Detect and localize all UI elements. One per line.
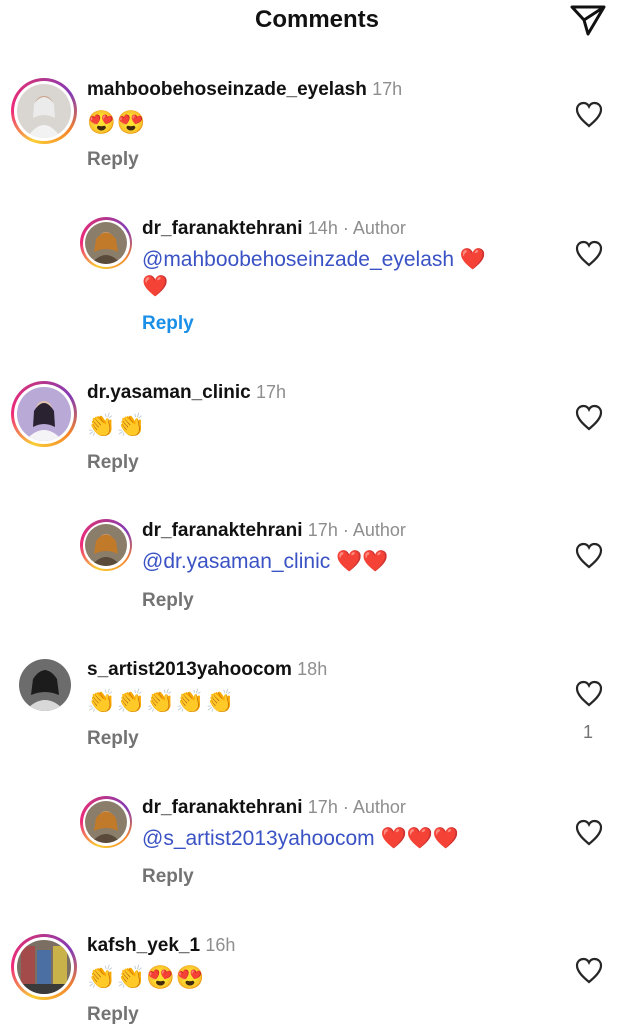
- heart-icon[interactable]: [574, 100, 604, 128]
- heart-icon[interactable]: [574, 541, 604, 569]
- heart-icon[interactable]: [574, 239, 604, 267]
- reply-button[interactable]: Reply: [87, 728, 139, 750]
- avatar[interactable]: [11, 78, 77, 144]
- username[interactable]: dr.yasaman_clinic: [87, 382, 251, 403]
- page-title: Comments: [254, 6, 380, 33]
- avatar[interactable]: [11, 934, 77, 1000]
- avatar[interactable]: [11, 381, 77, 447]
- heart-icon[interactable]: [574, 818, 604, 846]
- username[interactable]: dr_faranaktehrani: [142, 797, 303, 818]
- heart-icon[interactable]: [574, 679, 604, 707]
- reply-button[interactable]: Reply: [87, 452, 139, 474]
- reply-button[interactable]: Reply: [142, 590, 194, 612]
- timestamp: 18h: [297, 659, 328, 679]
- header: Comments: [0, 0, 634, 44]
- comment-text: ❤️: [459, 248, 487, 271]
- timestamp: 17h: [256, 382, 287, 402]
- comment-text: 😍😍: [87, 109, 147, 135]
- reply-button[interactable]: Reply: [87, 149, 139, 171]
- comment-text: 👏👏: [87, 412, 147, 438]
- timestamp: 17h · Author: [307, 520, 406, 540]
- mention-link[interactable]: @s_artist2013yahoocom: [142, 827, 375, 850]
- avatar[interactable]: [80, 217, 132, 269]
- timestamp: 16h: [205, 935, 236, 955]
- comment-text: 👏👏👏👏👏: [87, 688, 236, 714]
- username[interactable]: mahboobehoseinzade_eyelash: [87, 79, 367, 100]
- username[interactable]: s_artist2013yahoocom: [87, 659, 292, 680]
- heart-icon[interactable]: [574, 403, 604, 431]
- mention-link[interactable]: @dr.yasaman_clinic: [142, 550, 330, 573]
- username[interactable]: dr_faranaktehrani: [142, 520, 303, 541]
- comment-text: 👏👏😍😍: [87, 964, 206, 990]
- mention-link[interactable]: @mahboobehoseinzade_eyelash: [142, 248, 454, 271]
- avatar[interactable]: [80, 519, 132, 571]
- username[interactable]: dr_faranaktehrani: [142, 218, 303, 239]
- reply-button[interactable]: Reply: [142, 866, 194, 888]
- heart-icon[interactable]: [574, 956, 604, 984]
- reply-button[interactable]: Reply: [87, 1004, 139, 1026]
- avatar[interactable]: [80, 796, 132, 848]
- reply-button[interactable]: Reply: [142, 313, 194, 335]
- timestamp: 17h · Author: [307, 797, 406, 817]
- timestamp: 14h · Author: [307, 218, 406, 238]
- comment-text: ❤️❤️: [336, 550, 389, 573]
- like-count: 1: [583, 722, 594, 742]
- username[interactable]: kafsh_yek_1: [87, 935, 200, 956]
- avatar[interactable]: [19, 659, 71, 711]
- timestamp: 17h: [372, 79, 403, 99]
- paper-plane-icon[interactable]: [569, 3, 607, 37]
- comment-text: ❤️❤️❤️: [380, 827, 459, 850]
- comment-text: ❤️: [142, 275, 169, 298]
